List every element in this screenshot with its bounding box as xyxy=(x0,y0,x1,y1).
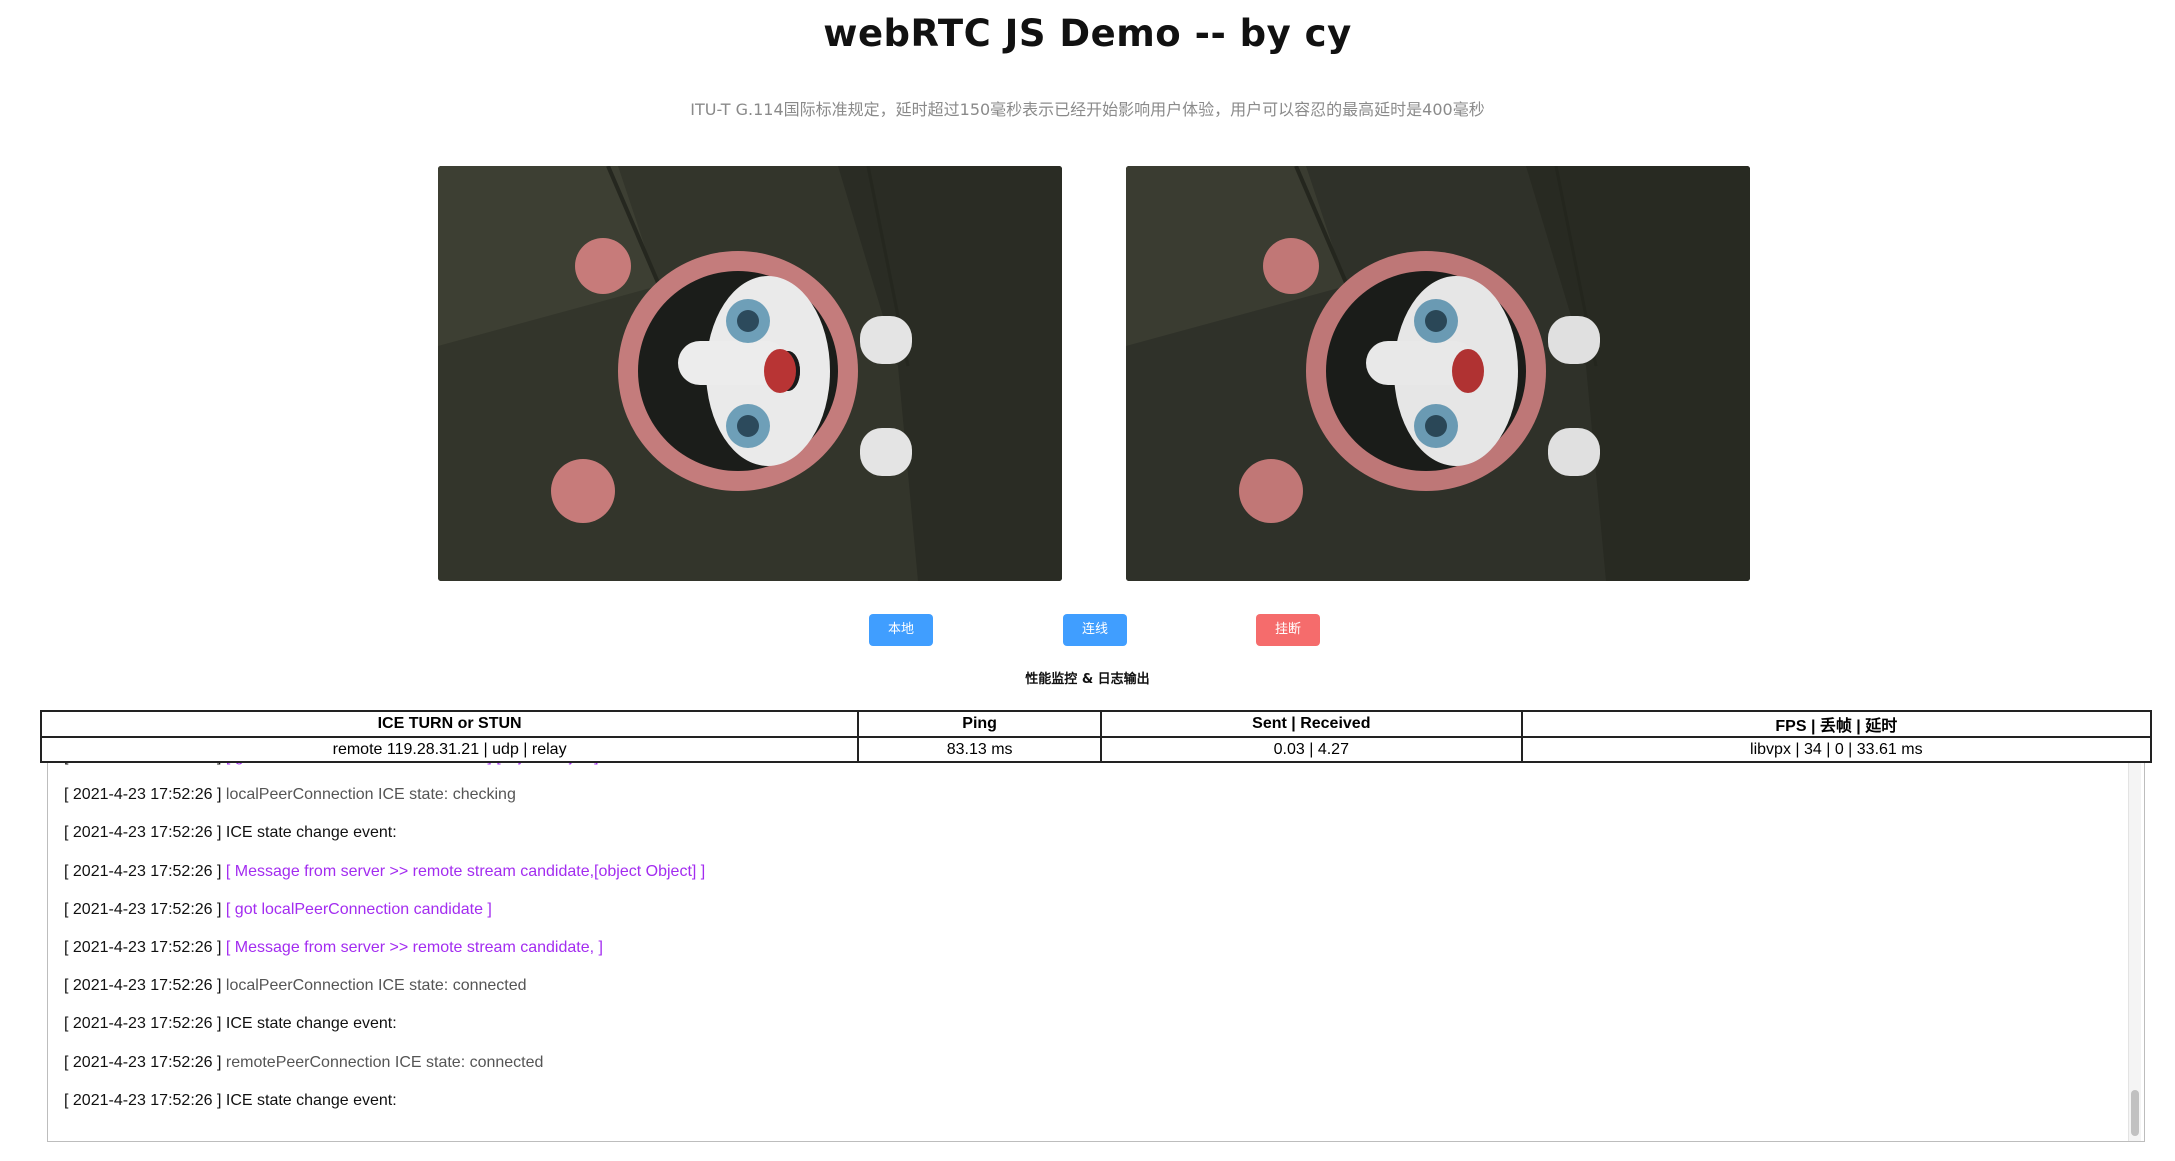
log-line: [ 2021-4-23 17:52:26 ] remotePeerConnect… xyxy=(64,1046,2114,1084)
hangup-button[interactable]: 挂断 xyxy=(1256,614,1320,646)
stats-table: ICE TURN or STUN Ping Sent | Received FP… xyxy=(39,710,2153,763)
call-button[interactable]: 连线 xyxy=(1063,614,1127,646)
page-title: webRTC JS Demo -- by cy xyxy=(823,12,1352,55)
fps-value: libvpx | 34 | 0 | 33.61 ms xyxy=(1520,736,2153,763)
log-timestamp: [ 2021-4-23 17:52:26 ] xyxy=(64,786,222,804)
log-scroll-thumb[interactable] xyxy=(2131,1090,2139,1136)
log-message: [ got localPeerConnection candidate ] xyxy=(221,900,492,918)
local-button[interactable]: 本地 xyxy=(869,614,933,646)
log-line: [ 2021-4-23 17:52:26 ] ICE state change … xyxy=(64,1084,2114,1122)
stats-header-row: ICE TURN or STUN Ping Sent | Received FP… xyxy=(39,710,2153,738)
log-line: [ 2021-4-23 17:52:26 ] [ Message from se… xyxy=(64,931,2114,969)
local-video xyxy=(438,166,1062,581)
log-message: remotePeerConnection ICE state: connecte… xyxy=(221,1053,544,1071)
sent-received-value: 0.03 | 4.27 xyxy=(1100,736,1523,763)
ice-header: ICE TURN or STUN xyxy=(39,710,860,738)
log-timestamp: [ 2021-4-23 17:52:26 ] xyxy=(64,824,222,842)
page-subtitle: ITU-T G.114国际标准规定，延时超过150毫秒表示已经开始影响用户体验，… xyxy=(690,100,1485,119)
log-timestamp: [ 2021-4-23 17:52:26 ] xyxy=(64,1015,222,1033)
monitor-section-title: 性能监控 & 日志输出 xyxy=(1025,672,1150,687)
log-scrollbar[interactable] xyxy=(2128,757,2141,1141)
log-timestamp: [ 2021-4-23 17:52:26 ] xyxy=(64,977,222,995)
log-line: [ 2021-4-23 17:52:26 ] ICE state change … xyxy=(64,816,2114,854)
log-line: [ 2021-4-23 17:52:26 ] localPeerConnecti… xyxy=(64,969,2114,1007)
log-list: [ 2021-4-23 17:52:26 ] [ got localPeerCo… xyxy=(64,757,2114,1122)
log-message: [ Message from server >> remote stream c… xyxy=(221,938,603,956)
ping-value: 83.13 ms xyxy=(857,736,1102,763)
log-message: localPeerConnection ICE state: checking xyxy=(221,786,516,804)
log-timestamp: [ 2021-4-23 17:52:26 ] xyxy=(64,1053,222,1071)
local-video-frame xyxy=(438,166,1062,581)
remote-video-frame xyxy=(1126,166,1750,581)
ice-value: remote 119.28.31.21 | udp | relay xyxy=(39,736,860,763)
log-message: localPeerConnection ICE state: connected xyxy=(221,977,527,995)
log-timestamp: [ 2021-4-23 17:52:26 ] xyxy=(64,1091,222,1109)
sent-received-header: Sent | Received xyxy=(1100,710,1523,738)
log-message: ICE state change event: xyxy=(221,1091,397,1109)
log-timestamp: [ 2021-4-23 17:52:26 ] xyxy=(64,862,222,880)
log-line: [ 2021-4-23 17:52:26 ] [ Message from se… xyxy=(64,855,2114,893)
remote-video xyxy=(1126,166,1750,581)
log-line: [ 2021-4-23 17:52:26 ] [ got localPeerCo… xyxy=(64,893,2114,931)
ping-header: Ping xyxy=(857,710,1102,738)
log-panel[interactable]: [ 2021-4-23 17:52:26 ] [ got localPeerCo… xyxy=(47,757,2145,1142)
log-timestamp: [ 2021-4-23 17:52:26 ] xyxy=(64,900,222,918)
fps-header: FPS | 丢帧 | 延时 xyxy=(1520,710,2153,738)
stats-value-row: remote 119.28.31.21 | udp | relay 83.13 … xyxy=(39,736,2153,763)
log-message: ICE state change event: xyxy=(221,824,397,842)
log-line: [ 2021-4-23 17:52:26 ] localPeerConnecti… xyxy=(64,778,2114,816)
log-line: [ 2021-4-23 17:52:26 ] ICE state change … xyxy=(64,1007,2114,1045)
log-message: [ Message from server >> remote stream c… xyxy=(221,862,706,880)
log-message: ICE state change event: xyxy=(221,1015,397,1033)
log-timestamp: [ 2021-4-23 17:52:26 ] xyxy=(64,938,222,956)
